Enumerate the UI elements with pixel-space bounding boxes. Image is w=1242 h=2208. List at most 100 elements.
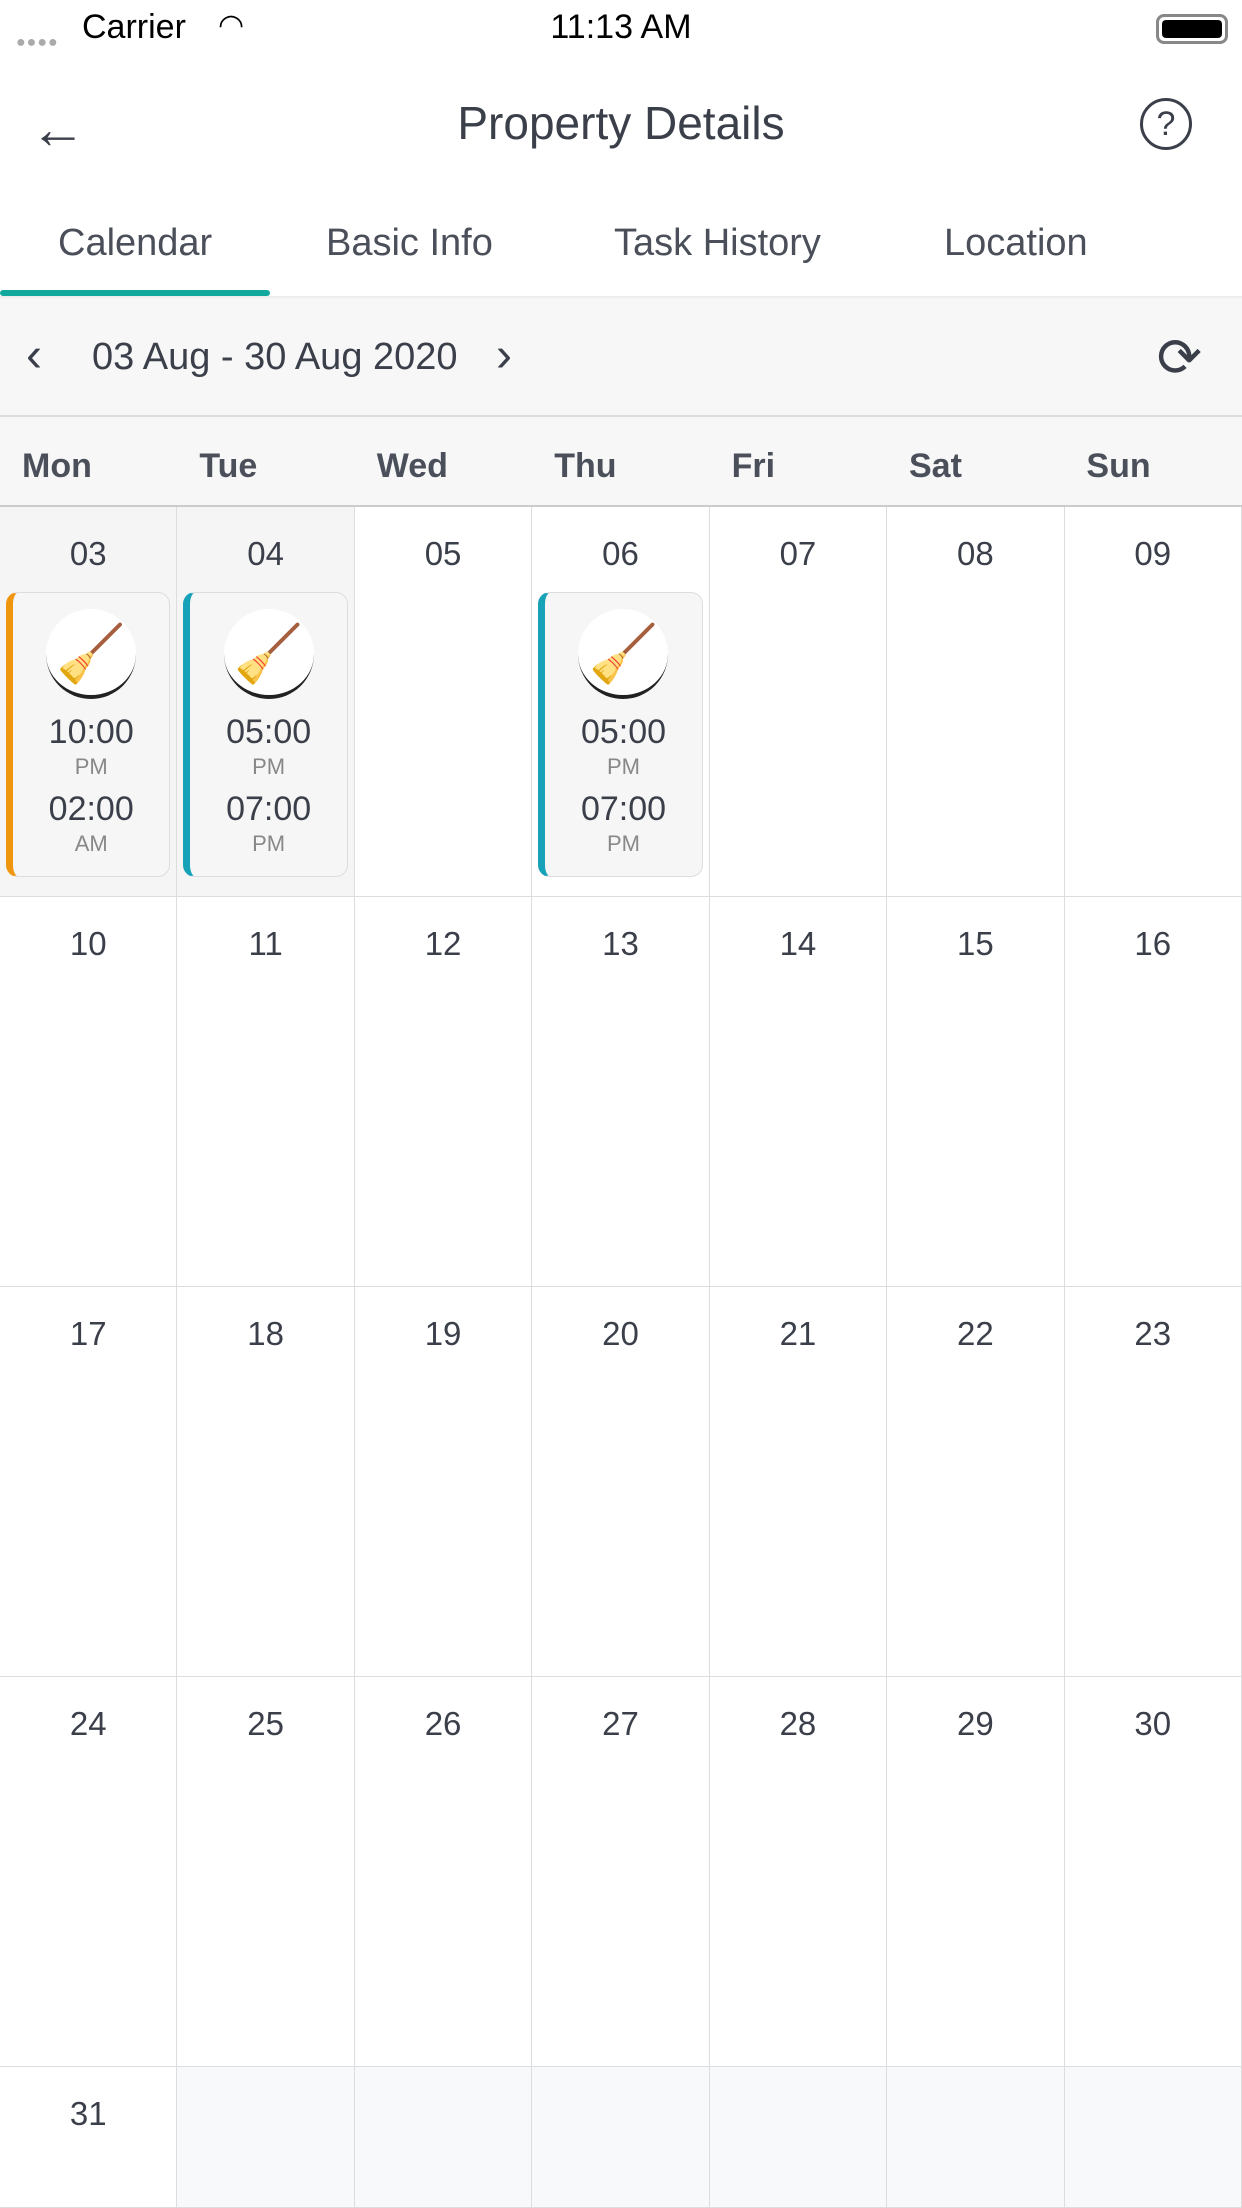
weekday-fri: Fri [731, 447, 776, 485]
end-ampm: PM [252, 831, 286, 856]
day-number: 29 [956, 1705, 994, 1742]
status-bar: ●●●● Carrier ◠ 11:13 AM [0, 0, 1242, 56]
weekday-tue: Tue [199, 447, 258, 485]
day-cell[interactable]: 27 [532, 1677, 710, 2067]
start-ampm: PM [606, 754, 640, 779]
weekday-sun: Sun [1086, 447, 1151, 485]
day-number: 08 [956, 535, 994, 572]
day-number: 07 [779, 535, 817, 572]
day-number: 12 [424, 925, 462, 962]
event-card[interactable]: 🧹 05:00 PM 07:00 PM [183, 592, 348, 877]
event-card[interactable]: 🧹 10:00 PM 02:00 AM [6, 592, 171, 877]
tab-task-history[interactable]: Task History [614, 222, 821, 265]
weekday-header: Mon Tue Wed Thu Fri Sat Sun [0, 417, 1242, 507]
day-cell[interactable]: 13 [532, 897, 710, 1287]
clock: 11:13 AM [550, 8, 692, 46]
day-cell[interactable]: 15 [887, 897, 1065, 1287]
day-cell[interactable]: 25 [177, 1677, 355, 2067]
cleaner-icon: 🧹 [223, 609, 314, 699]
end-ampm: AM [74, 831, 108, 856]
day-cell[interactable]: 16 [1064, 897, 1242, 1287]
day-number: 27 [602, 1705, 639, 1742]
day-cell[interactable]: 31 [0, 2067, 178, 2208]
empty-cell [354, 2067, 533, 2208]
day-cell[interactable]: 17 [0, 1287, 178, 1677]
day-cell[interactable]: 24 [0, 1677, 178, 2067]
day-cell[interactable]: 19 [354, 1287, 533, 1677]
tab-basic-info[interactable]: Basic Info [326, 222, 493, 265]
day-cell[interactable]: 11 [177, 897, 355, 1287]
day-cell[interactable]: 08 [887, 507, 1065, 897]
day-number: 19 [424, 1315, 462, 1352]
day-number: 21 [779, 1315, 817, 1352]
day-cell[interactable]: 07 [709, 507, 888, 897]
day-number: 15 [956, 925, 994, 962]
day-cell[interactable]: 05 [354, 507, 533, 897]
help-icon[interactable]: ? [1140, 98, 1192, 150]
start-ampm: PM [252, 754, 286, 779]
day-number: 25 [247, 1705, 284, 1742]
start-time: 05:00 [580, 713, 667, 751]
day-number: 11 [248, 925, 283, 962]
day-number: 06 [602, 535, 639, 572]
day-cell[interactable]: 28 [709, 1677, 888, 2067]
weekday-wed: Wed [376, 447, 448, 485]
day-cell[interactable]: 30 [1064, 1677, 1242, 2067]
nav-header: ← Property Details ? [0, 56, 1242, 194]
day-cell[interactable]: 23 [1064, 1287, 1242, 1677]
empty-cell [532, 2067, 710, 2208]
weekday-mon: Mon [22, 447, 92, 485]
calendar-grid: 03 🧹 10:00 PM 02:00 AM 04 🧹 05:00 PM 07:0… [0, 507, 1242, 2208]
chevron-left-icon[interactable]: ‹ [26, 328, 42, 383]
battery-icon [1156, 14, 1228, 44]
weekday-sat: Sat [909, 447, 962, 485]
day-number: 05 [424, 535, 462, 572]
day-cell[interactable]: 14 [709, 897, 888, 1287]
day-cell[interactable]: 03 🧹 10:00 PM 02:00 AM [0, 507, 178, 897]
day-number: 18 [247, 1315, 284, 1352]
weekday-thu: Thu [554, 447, 617, 485]
page-title: Property Details [457, 97, 785, 149]
day-number: 09 [1134, 535, 1172, 572]
refresh-icon[interactable]: ⟳ [1157, 326, 1202, 389]
day-cell[interactable]: 26 [354, 1677, 533, 2067]
day-cell[interactable]: 04 🧹 05:00 PM 07:00 PM [177, 507, 355, 897]
date-range-bar: ‹ 03 Aug - 30 Aug 2020 › ⟳ [0, 298, 1242, 417]
start-ampm: PM [74, 754, 108, 779]
tab-calendar[interactable]: Calendar [58, 222, 212, 265]
day-number: 03 [69, 535, 107, 572]
day-cell[interactable]: 06 🧹 05:00 PM 07:00 PM [532, 507, 710, 897]
day-number: 16 [1134, 925, 1172, 962]
date-range: 03 Aug - 30 Aug 2020 [92, 336, 458, 378]
day-cell[interactable]: 29 [887, 1677, 1065, 2067]
cleaner-icon: 🧹 [46, 609, 137, 699]
active-tab-indicator [0, 290, 270, 296]
chevron-right-icon[interactable]: › [496, 328, 512, 383]
day-cell[interactable]: 21 [709, 1287, 888, 1677]
day-cell[interactable]: 20 [532, 1287, 710, 1677]
tab-bar: Calendar Basic Info Task History Locatio… [0, 194, 1242, 298]
day-number: 26 [424, 1705, 462, 1742]
end-time: 07:00 [580, 790, 667, 828]
day-cell[interactable]: 22 [887, 1287, 1065, 1677]
day-number: 30 [1134, 1705, 1172, 1742]
end-time: 02:00 [48, 790, 134, 828]
empty-cell [709, 2067, 888, 2208]
day-number: 17 [69, 1315, 107, 1352]
day-number: 10 [69, 925, 107, 962]
start-time: 10:00 [48, 713, 134, 751]
day-cell[interactable]: 12 [354, 897, 533, 1287]
day-number: 22 [956, 1315, 994, 1352]
day-number: 23 [1134, 1315, 1172, 1352]
day-cell[interactable]: 09 [1064, 507, 1242, 897]
day-number: 31 [69, 2095, 107, 2132]
day-number: 24 [69, 1705, 107, 1742]
tab-location[interactable]: Location [944, 222, 1088, 265]
day-cell[interactable]: 18 [177, 1287, 355, 1677]
day-number: 13 [602, 925, 639, 962]
event-card[interactable]: 🧹 05:00 PM 07:00 PM [538, 592, 703, 877]
empty-cell [177, 2067, 355, 2208]
end-time: 07:00 [226, 790, 312, 828]
day-number: 20 [602, 1315, 639, 1352]
day-cell[interactable]: 10 [0, 897, 178, 1287]
